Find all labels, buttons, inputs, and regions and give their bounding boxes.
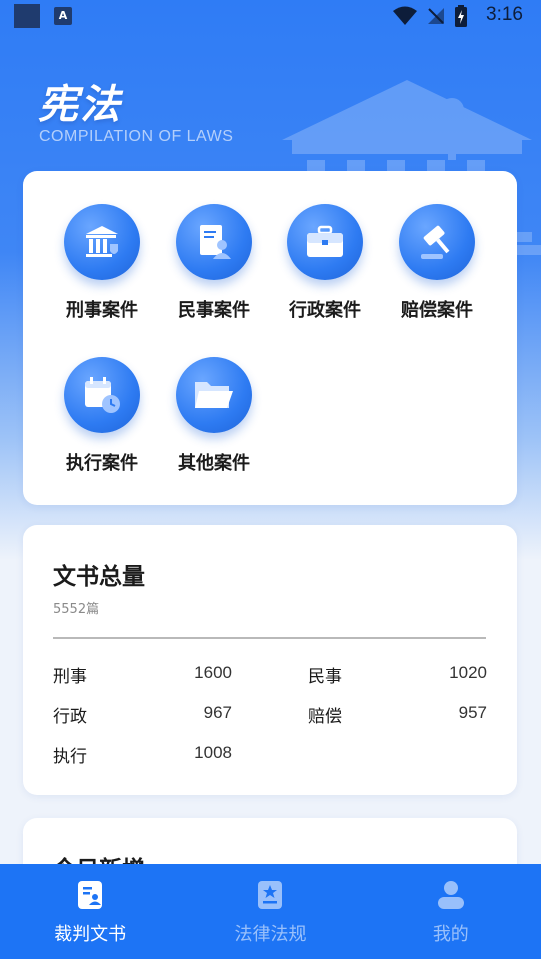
clock: 3:16 bbox=[486, 4, 523, 25]
status-bar: A 3:16 bbox=[0, 0, 541, 32]
stat-name: 赔偿 bbox=[308, 707, 342, 727]
category-criminal[interactable]: 刑事案件 bbox=[47, 204, 157, 322]
page-title: 宪法 bbox=[38, 82, 122, 128]
category-label: 赔偿案件 bbox=[401, 300, 473, 321]
tab-judgment-documents[interactable]: 裁判文书 bbox=[0, 864, 180, 959]
stat-value: 1008 bbox=[194, 743, 232, 762]
battery-icon bbox=[455, 5, 467, 27]
stats-title: 文书总量 bbox=[53, 564, 145, 590]
tab-profile[interactable]: 我的 bbox=[361, 864, 541, 959]
category-administrative[interactable]: 行政案件 bbox=[270, 204, 380, 322]
category-label: 执行案件 bbox=[66, 453, 138, 474]
user-icon bbox=[437, 881, 464, 909]
category-label: 其他案件 bbox=[178, 453, 250, 474]
tab-label: 我的 bbox=[432, 924, 469, 945]
category-label: 行政案件 bbox=[289, 300, 361, 321]
calendar-clock-icon bbox=[64, 357, 140, 433]
category-compensation[interactable]: 赔偿案件 bbox=[382, 204, 492, 322]
app-badge-icon: A bbox=[54, 7, 72, 25]
tab-label: 法律法规 bbox=[234, 924, 307, 945]
stat-value: 1020 bbox=[449, 663, 487, 682]
category-other[interactable]: 其他案件 bbox=[159, 357, 269, 475]
status-icons bbox=[392, 5, 468, 27]
tab-laws-regulations[interactable]: 法律法规 bbox=[180, 864, 360, 959]
document-total-card: 文书总量 5552篇 刑事 1600 民事 1020 行政 967 赔偿 957… bbox=[23, 525, 517, 795]
courthouse-icon bbox=[64, 204, 140, 280]
no-signal-icon bbox=[428, 8, 444, 24]
stat-name: 执行 bbox=[53, 747, 87, 767]
bottom-tab-bar: 裁判文书 法律法规 我的 bbox=[0, 864, 541, 959]
case-category-card: 刑事案件 民事案件 行政案件 赔偿案件 执行案件 其他案件 bbox=[23, 171, 517, 505]
document-person-icon bbox=[176, 204, 252, 280]
briefcase-icon bbox=[287, 204, 363, 280]
notification-icon bbox=[14, 4, 40, 28]
stat-name: 民事 bbox=[308, 667, 342, 687]
wifi-icon bbox=[393, 6, 417, 25]
stats-total: 5552篇 bbox=[53, 602, 100, 617]
stat-value: 1600 bbox=[194, 663, 232, 682]
folder-icon bbox=[176, 357, 252, 433]
stat-value: 967 bbox=[203, 703, 232, 722]
divider bbox=[53, 637, 486, 639]
category-label: 民事案件 bbox=[178, 300, 250, 321]
category-label: 刑事案件 bbox=[66, 300, 138, 321]
law-book-icon bbox=[258, 881, 283, 909]
judgment-doc-icon bbox=[78, 881, 103, 909]
stat-value: 957 bbox=[458, 703, 487, 722]
gavel-icon bbox=[399, 204, 475, 280]
tab-label: 裁判文书 bbox=[54, 924, 127, 945]
stat-name: 行政 bbox=[53, 707, 87, 727]
category-civil[interactable]: 民事案件 bbox=[159, 204, 269, 322]
stat-name: 刑事 bbox=[53, 667, 87, 687]
category-enforcement[interactable]: 执行案件 bbox=[47, 357, 157, 475]
page-subtitle: COMPILATION OF LAWS bbox=[39, 128, 234, 145]
